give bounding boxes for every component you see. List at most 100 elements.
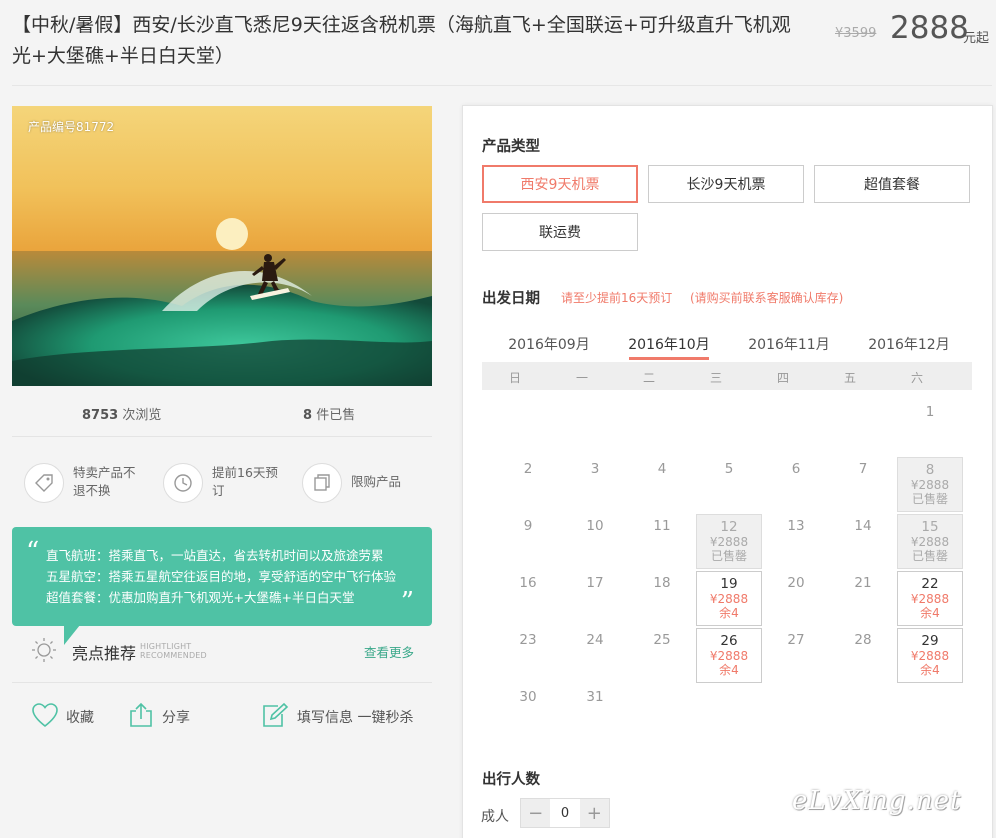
day-status: 已售罄 <box>710 549 747 563</box>
highlight-line: 五星航空：搭乘五星航空往返目的地，享受舒适的空中飞行体验 <box>46 569 397 584</box>
day-number: 26 <box>720 633 738 649</box>
month-tab-dec[interactable]: 2016年12月 <box>849 334 969 354</box>
option-changsha-9day[interactable]: 长沙9天机票 <box>648 165 804 203</box>
day-number: 10 <box>586 518 604 534</box>
original-price: ¥3599 <box>835 26 877 41</box>
divider <box>12 682 432 683</box>
active-month-indicator <box>629 357 709 360</box>
day-number: 21 <box>854 575 872 591</box>
copy-icon <box>302 463 342 503</box>
calendar-day[interactable]: 26 ¥2888 余4 <box>696 628 762 683</box>
day-price: ¥2888 <box>910 649 950 663</box>
calendar-day: 6 <box>763 457 829 512</box>
day-status: 余4 <box>920 606 940 620</box>
product-number: 产品编号81772 <box>28 120 115 134</box>
clock-icon <box>163 463 203 503</box>
feature-limited: 限购产品 <box>351 474 402 489</box>
weekday-label: 日 <box>508 371 521 385</box>
adult-count[interactable]: 0 <box>550 799 579 827</box>
day-number: 27 <box>787 632 805 648</box>
day-number: 12 <box>720 519 738 535</box>
views-count: 8753 <box>82 408 119 423</box>
day-number: 18 <box>653 575 671 591</box>
edit-icon[interactable] <box>261 702 289 732</box>
weekday-label: 六 <box>910 371 923 385</box>
day-status: 余4 <box>920 663 940 677</box>
day-status: 已售罄 <box>911 492 948 506</box>
day-number: 19 <box>720 576 738 592</box>
highlight-title-en-2: RECOMMENDED <box>140 651 207 660</box>
day-number: 24 <box>586 632 604 648</box>
stock-hint: (请购买前联系客服确认库存) <box>690 291 844 305</box>
view-more-link[interactable]: 查看更多 <box>364 642 414 661</box>
calendar-day: 10 <box>562 514 628 569</box>
travelers-label: 出行人数 <box>482 772 540 788</box>
calendar-day: 28 <box>830 628 896 683</box>
calendar-day: 9 <box>495 514 561 569</box>
view-stats: 8753 次浏览 <box>82 404 161 423</box>
day-number: 5 <box>724 461 734 477</box>
calendar-day[interactable]: 22 ¥2888 余4 <box>897 571 963 626</box>
close-quote-icon: ” <box>400 587 414 617</box>
day-number: 14 <box>854 518 872 534</box>
option-value-package[interactable]: 超值套餐 <box>814 165 970 203</box>
day-number: 3 <box>590 461 600 477</box>
day-number: 23 <box>519 632 537 648</box>
calendar-day: 2 <box>495 457 561 512</box>
product-photo[interactable] <box>12 106 432 386</box>
plus-button[interactable]: + <box>579 799 609 827</box>
page-title: 【中秋/暑假】西安/长沙直飞悉尼9天往返含税机票（海航直飞+全国联运+可升级直升… <box>12 14 791 67</box>
views-label: 次浏览 <box>122 408 162 423</box>
calendar-day: 11 <box>629 514 695 569</box>
product-type-label: 产品类型 <box>482 139 540 155</box>
day-number: 15 <box>921 519 939 535</box>
header-divider <box>12 85 992 86</box>
weekday-label: 三 <box>709 371 722 385</box>
departure-date-label: 出发日期 <box>482 291 540 307</box>
day-number: 7 <box>858 461 868 477</box>
month-tab-nov[interactable]: 2016年11月 <box>729 334 849 354</box>
calendar-day: 18 <box>629 571 695 626</box>
option-xian-9day[interactable]: 西安9天机票 <box>482 165 638 203</box>
day-number: 6 <box>791 461 801 477</box>
day-number: 22 <box>921 576 939 592</box>
month-tab-sep[interactable]: 2016年09月 <box>489 334 609 354</box>
day-status: 余4 <box>719 663 739 677</box>
weekday-label: 二 <box>642 371 655 385</box>
open-quote-icon: “ <box>26 537 40 567</box>
calendar-day: 1 <box>897 400 963 455</box>
calendar-day[interactable]: 19 ¥2888 余4 <box>696 571 762 626</box>
option-connecting-fee[interactable]: 联运费 <box>482 213 638 251</box>
weekday-label: 五 <box>843 371 856 385</box>
day-price: ¥2888 <box>709 535 749 549</box>
highlight-title-en-1: HIGHTLIGHT <box>140 642 192 651</box>
calendar-day: 5 <box>696 457 762 512</box>
day-number: 17 <box>586 575 604 591</box>
highlight-bubble: “ 直飞航班：搭乘直飞，一站直达，省去转机时间以及旅途劳累 五星航空：搭乘五星航… <box>12 527 432 626</box>
highlight-line: 超值套餐：优惠加购直升飞机观光+大堡礁+半日白天堂 <box>46 590 355 605</box>
share-button[interactable]: 分享 <box>162 707 190 727</box>
day-number: 2 <box>523 461 533 477</box>
day-number: 8 <box>925 462 935 478</box>
calendar-day[interactable]: 29 ¥2888 余4 <box>897 628 963 683</box>
share-icon[interactable] <box>128 702 154 732</box>
calendar-day: 15 ¥2888 已售罄 <box>897 514 963 569</box>
favorite-button[interactable]: 收藏 <box>66 707 94 727</box>
sold-label: 件已售 <box>316 408 356 423</box>
sold-count: 8 <box>303 408 313 423</box>
day-price: ¥2888 <box>709 649 749 663</box>
day-number: 28 <box>854 632 872 648</box>
day-number: 29 <box>921 633 939 649</box>
minus-button[interactable]: − <box>521 799 551 827</box>
weekday-label: 一 <box>575 371 588 385</box>
day-number: 4 <box>657 461 667 477</box>
month-tab-oct[interactable]: 2016年10月 <box>609 334 729 354</box>
day-status: 已售罄 <box>911 549 948 563</box>
heart-icon[interactable] <box>31 702 59 732</box>
calendar-day: 13 <box>763 514 829 569</box>
fill-info-button[interactable]: 填写信息 一键秒杀 <box>297 707 413 727</box>
calendar-day: 24 <box>562 628 628 683</box>
feature-no-refund: 特卖产品不退不换 <box>73 465 136 498</box>
day-number: 30 <box>519 689 537 705</box>
advance-hint: 请至少提前16天预订 <box>561 291 673 305</box>
